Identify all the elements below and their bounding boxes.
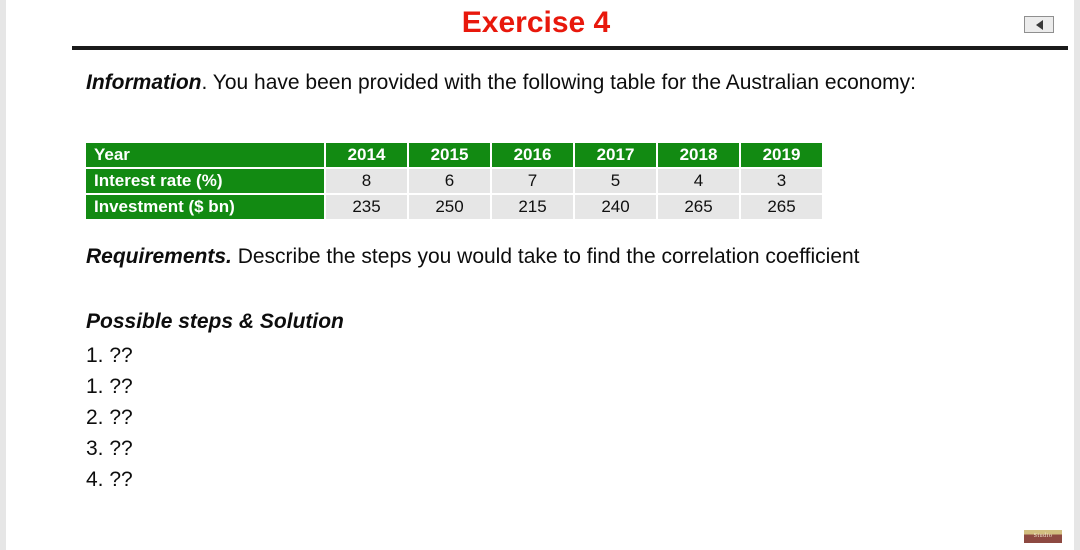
list-item: 4. ?? bbox=[86, 468, 133, 491]
interest-rate-2016: 7 bbox=[492, 169, 575, 195]
table-row: Year 2014 2015 2016 2017 2018 2019 bbox=[86, 143, 822, 169]
table-header-2018: 2018 bbox=[658, 143, 741, 169]
requirements-paragraph: Requirements. Describe the steps you wou… bbox=[86, 242, 1026, 271]
list-item: 1. ?? bbox=[86, 375, 133, 398]
investment-2016: 215 bbox=[492, 195, 575, 219]
information-paragraph: Information. You have been provided with… bbox=[86, 68, 1036, 97]
left-triangle-icon bbox=[1035, 19, 1043, 30]
table-row: Investment ($ bn) 235 250 215 240 265 26… bbox=[86, 195, 822, 219]
investment-2017: 240 bbox=[575, 195, 658, 219]
list-item: 1. ?? bbox=[86, 344, 133, 367]
interest-rate-2014: 8 bbox=[326, 169, 409, 195]
table-row-label-year: Year bbox=[86, 143, 326, 169]
requirements-text: Describe the steps you would take to fin… bbox=[231, 245, 860, 268]
watermark-logo: Studio bbox=[1024, 530, 1062, 543]
table-header-2016: 2016 bbox=[492, 143, 575, 169]
solution-heading: Possible steps & Solution bbox=[86, 310, 344, 333]
table-header-2019: 2019 bbox=[741, 143, 822, 169]
table-row-label-investment: Investment ($ bn) bbox=[86, 195, 326, 219]
requirements-label: Requirements. bbox=[86, 245, 232, 268]
table-header-2014: 2014 bbox=[326, 143, 409, 169]
list-item: 3. ?? bbox=[86, 437, 133, 460]
investment-2018: 265 bbox=[658, 195, 741, 219]
investment-2019: 265 bbox=[741, 195, 822, 219]
economy-data-table: Year 2014 2015 2016 2017 2018 2019 Inter… bbox=[86, 143, 822, 219]
table-header-2017: 2017 bbox=[575, 143, 658, 169]
investment-2014: 235 bbox=[326, 195, 409, 219]
table-row-label-interest-rate: Interest rate (%) bbox=[86, 169, 326, 195]
interest-rate-2018: 4 bbox=[658, 169, 741, 195]
title-divider-rule bbox=[72, 46, 1068, 50]
previous-slide-button[interactable] bbox=[1024, 16, 1054, 33]
investment-2015: 250 bbox=[409, 195, 492, 219]
table-row: Interest rate (%) 8 6 7 5 4 3 bbox=[86, 169, 822, 195]
interest-rate-2019: 3 bbox=[741, 169, 822, 195]
interest-rate-2015: 6 bbox=[409, 169, 492, 195]
page-title: Exercise 4 bbox=[461, 6, 611, 39]
interest-rate-2017: 5 bbox=[575, 169, 658, 195]
information-label: Information bbox=[86, 71, 202, 94]
slide-canvas: Exercise 4 Information. You have been pr… bbox=[0, 0, 1080, 550]
information-text: . You have been provided with the follow… bbox=[201, 71, 916, 94]
solution-steps-list: 1. ?? 1. ?? 2. ?? 3. ?? 4. ?? bbox=[86, 340, 133, 495]
table-header-2015: 2015 bbox=[409, 143, 492, 169]
list-item: 2. ?? bbox=[86, 406, 133, 429]
